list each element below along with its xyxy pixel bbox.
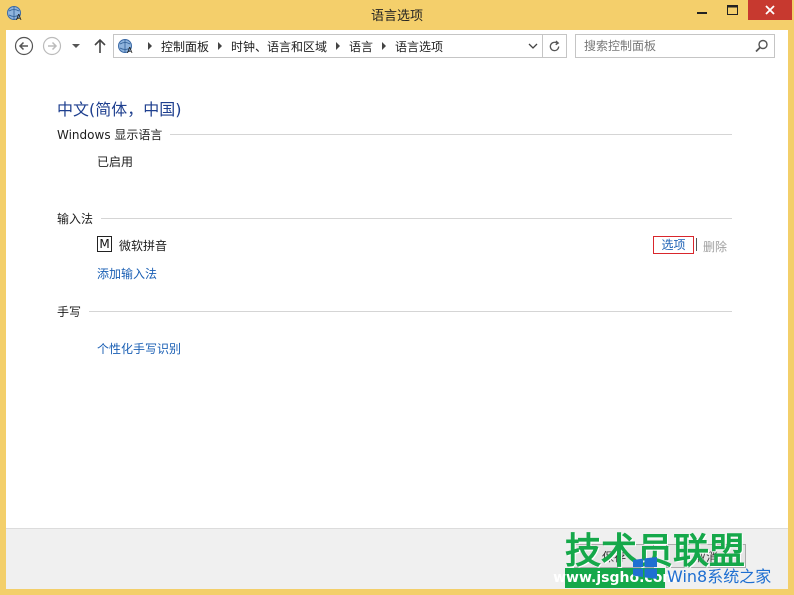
breadcrumb-separator-icon [148, 42, 152, 50]
title-bar: A 语言选项 [0, 0, 794, 30]
breadcrumb-item-language-options[interactable]: 语言选项 [395, 38, 443, 55]
breadcrumb-separator-icon[interactable] [336, 42, 341, 50]
back-arrow-icon [14, 36, 34, 56]
back-button[interactable] [13, 35, 35, 57]
ime-name: 微软拼音 [119, 239, 168, 253]
forward-button[interactable] [41, 35, 63, 57]
breadcrumb-item-clock-language-region[interactable]: 时钟、语言和区域 [231, 38, 327, 55]
section-divider [170, 133, 732, 135]
chevron-down-icon [528, 43, 538, 49]
control-panel-icon: A [117, 37, 135, 55]
section-heading: 手写 [57, 304, 82, 319]
breadcrumb-item-language[interactable]: 语言 [349, 38, 373, 55]
window-title: 语言选项 [370, 9, 423, 24]
refresh-button[interactable] [542, 35, 566, 57]
search-box[interactable] [575, 34, 775, 58]
close-icon [765, 5, 775, 15]
refresh-icon [549, 39, 560, 51]
navigation-bar: A 控制面板 时钟、语言和区域 语言 语言选项 [6, 30, 788, 62]
section-input-method: 输入法 [57, 210, 732, 226]
ime-remove-link[interactable]: 删除 [703, 238, 727, 255]
section-handwriting: 手写 [57, 303, 732, 319]
microsoft-pinyin-icon: M [97, 236, 112, 252]
forward-arrow-icon [42, 36, 62, 56]
address-history-button[interactable] [524, 35, 542, 57]
address-bar[interactable]: A 控制面板 时钟、语言和区域 语言 语言选项 [113, 34, 567, 58]
section-windows-display-language: Windows 显示语言 [57, 126, 732, 142]
display-language-status: 已启用 [97, 155, 134, 169]
breadcrumb: 控制面板 时钟、语言和区域 语言 语言选项 [139, 35, 443, 57]
search-icon[interactable] [754, 38, 770, 54]
up-button[interactable] [89, 35, 111, 57]
breadcrumb-separator-icon[interactable] [382, 42, 387, 50]
close-button[interactable] [748, 0, 792, 20]
watermark-site-name: Win8系统之家 [667, 567, 772, 586]
svg-text:A: A [127, 46, 133, 55]
windows-logo-icon [632, 557, 658, 579]
personalize-handwriting-link[interactable]: 个性化手写识别 [97, 340, 181, 357]
maximize-button[interactable] [718, 0, 746, 20]
section-heading: Windows 显示语言 [57, 127, 163, 142]
minimize-icon [697, 12, 707, 14]
breadcrumb-separator-icon[interactable] [218, 42, 223, 50]
section-divider [89, 310, 732, 312]
add-input-method-link[interactable]: 添加输入法 [97, 265, 157, 282]
page-title: 中文(简体，中国) [57, 100, 182, 119]
search-input[interactable] [576, 35, 746, 57]
ime-options-link[interactable]: 选项 [653, 236, 694, 254]
breadcrumb-item-control-panel[interactable]: 控制面板 [161, 38, 209, 55]
maximize-icon [726, 5, 738, 15]
main-content: 中文(简体，中国) Windows 显示语言 已启用 输入法 M 微软拼音 选项… [6, 62, 788, 528]
section-divider [101, 217, 732, 219]
link-divider [696, 238, 697, 251]
chevron-down-icon [72, 44, 80, 48]
recent-locations-button[interactable] [69, 35, 83, 57]
section-heading: 输入法 [57, 211, 94, 226]
up-arrow-icon [94, 38, 106, 53]
minimize-button[interactable] [688, 0, 716, 20]
